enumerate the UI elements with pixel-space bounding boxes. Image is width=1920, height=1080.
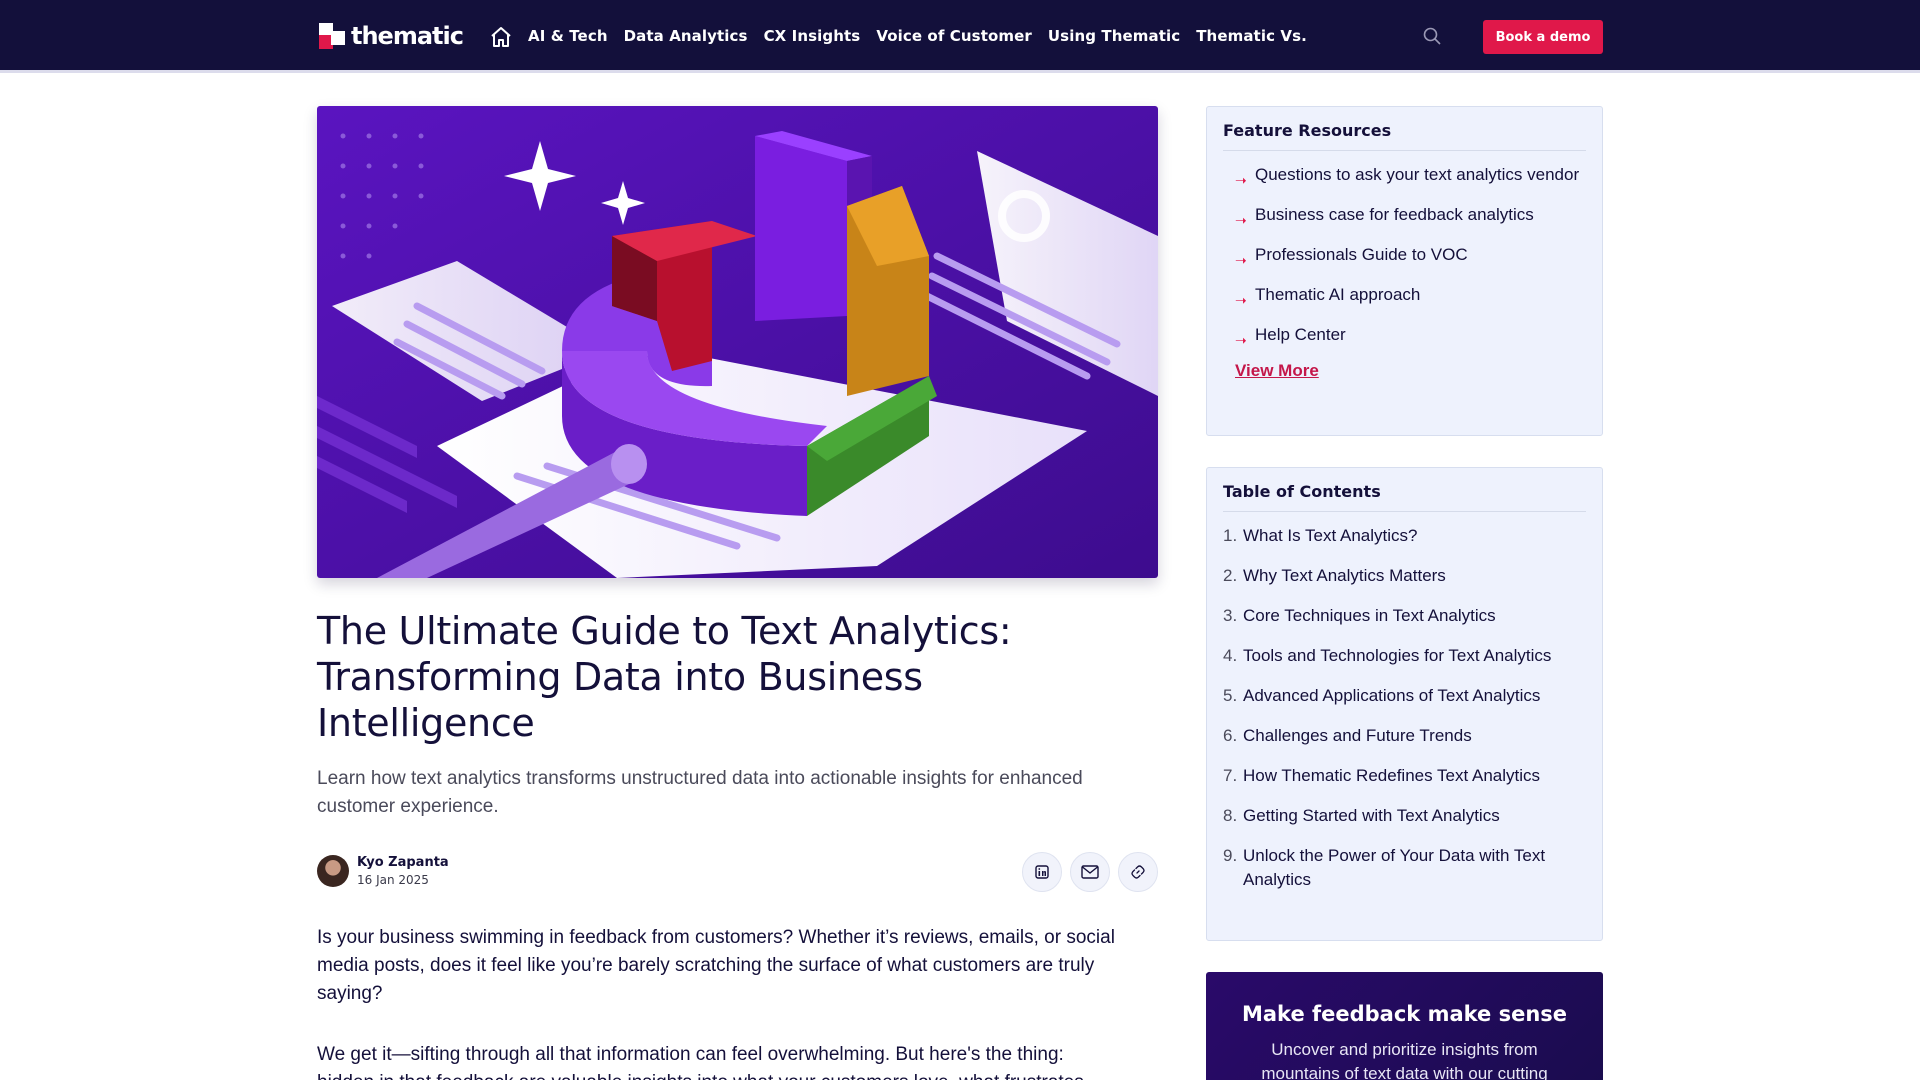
toc-item-label: What Is Text Analytics? xyxy=(1243,526,1418,545)
nav-link-ai-tech[interactable]: AI & Tech xyxy=(528,27,608,45)
toc-title: Table of Contents xyxy=(1223,468,1586,512)
top-navbar: thematic AI & Tech Data Analytics CX Ins… xyxy=(0,0,1920,73)
email-icon xyxy=(1081,865,1099,879)
toc-item[interactable]: 1. What Is Text Analytics? xyxy=(1223,524,1586,548)
copy-link-button[interactable] xyxy=(1118,852,1158,892)
search-icon[interactable] xyxy=(1422,26,1442,46)
author-avatar xyxy=(317,855,349,887)
arrow-right-icon: ➝ xyxy=(1235,172,1247,188)
toc-list: 1. What Is Text Analytics? 2. Why Text Ana… xyxy=(1207,512,1602,914)
article-paragraph-1: Is your business swimming in feedback fr… xyxy=(317,927,1115,1004)
share-linkedin-button[interactable] xyxy=(1022,852,1062,892)
arrow-right-icon: ➝ xyxy=(1235,332,1247,348)
arrow-right-icon: ➝ xyxy=(1235,292,1247,308)
nav-link-cx-insights[interactable]: CX Insights xyxy=(764,27,861,45)
home-icon[interactable] xyxy=(489,25,513,49)
toc-number: 6. xyxy=(1223,726,1238,745)
thematic-logo-icon xyxy=(319,23,345,49)
nav-link-data-analytics[interactable]: Data Analytics xyxy=(624,27,748,45)
resource-link-label: Business case for feedback analytics xyxy=(1255,205,1534,224)
resource-link[interactable]: ➝ Professionals Guide to VOC xyxy=(1235,243,1590,268)
toc-item-label: Why Text Analytics Matters xyxy=(1243,566,1446,585)
toc-item[interactable]: 9. Unlock the Power of Your Data with Tex… xyxy=(1223,844,1586,892)
author-name[interactable]: Kyo Zapanta xyxy=(357,855,449,870)
toc-number: 8. xyxy=(1223,806,1238,825)
toc-item-label: Getting Started with Text Analytics xyxy=(1243,806,1500,825)
toc-item-label: Advanced Applications of Text Analytics xyxy=(1243,686,1541,705)
toc-number: 3. xyxy=(1223,606,1238,625)
toc-item[interactable]: 3. Core Techniques in Text Analytics xyxy=(1223,604,1586,628)
toc-item[interactable]: 2. Why Text Analytics Matters xyxy=(1223,564,1586,588)
toc-number: 4. xyxy=(1223,646,1238,665)
nav-link-thematic-vs[interactable]: Thematic Vs. xyxy=(1196,27,1307,45)
feature-resources-list: ➝ Questions to ask your text analytics v… xyxy=(1207,151,1602,348)
hero-illustration xyxy=(317,106,1158,578)
toc-number: 9. xyxy=(1223,846,1238,865)
hero-chart-illustration xyxy=(317,106,1158,578)
nav-links: AI & Tech Data Analytics CX Insights Voi… xyxy=(528,27,1323,45)
link-icon xyxy=(1131,865,1145,879)
toc-item-label: Unlock the Power of Your Data with Text … xyxy=(1243,846,1546,889)
table-of-contents-card: Table of Contents 1. What Is Text Analyti… xyxy=(1206,467,1603,941)
resource-link-label: Help Center xyxy=(1255,325,1346,344)
article-subtitle: Learn how text analytics transforms unst… xyxy=(317,768,1083,817)
promo-text: Uncover and prioritize insights from mou… xyxy=(1261,1040,1548,1080)
author-block: Kyo Zapanta 16 Jan 2025 xyxy=(317,855,449,887)
resource-link-label: Questions to ask your text analytics ven… xyxy=(1255,165,1580,184)
toc-item[interactable]: 8. Getting Started with Text Analytics xyxy=(1223,804,1586,828)
promo-title: Make feedback make sense xyxy=(1241,1002,1568,1026)
linkedin-icon xyxy=(1035,865,1049,879)
resource-link[interactable]: ➝ Business case for feedback analytics xyxy=(1235,203,1590,228)
toc-item-label: How Thematic Redefines Text Analytics xyxy=(1243,766,1541,785)
toc-item-label: Core Techniques in Text Analytics xyxy=(1243,606,1496,625)
toc-number: 2. xyxy=(1223,566,1238,585)
toc-item-label: Challenges and Future Trends xyxy=(1243,726,1472,745)
nav-link-voice-of-customer[interactable]: Voice of Customer xyxy=(876,27,1032,45)
article-paragraph-2: We get it—sifting through all that infor… xyxy=(317,1044,1064,1065)
feature-resources-card: Feature Resources ➝ Questions to ask you… xyxy=(1206,106,1603,436)
arrow-right-icon: ➝ xyxy=(1235,252,1247,268)
toc-item[interactable]: 6. Challenges and Future Trends xyxy=(1223,724,1586,748)
toc-item[interactable]: 7. How Thematic Redefines Text Analytics xyxy=(1223,764,1586,788)
book-demo-button[interactable]: Book a demo xyxy=(1483,20,1603,54)
toc-number: 7. xyxy=(1223,766,1238,785)
resource-link[interactable]: ➝ Help Center xyxy=(1235,323,1590,348)
toc-item[interactable]: 5. Advanced Applications of Text Analytic… xyxy=(1223,684,1586,708)
toc-number: 5. xyxy=(1223,686,1238,705)
toc-item[interactable]: 4. Tools and Technologies for Text Analyt… xyxy=(1223,644,1586,668)
view-more-link[interactable]: View More xyxy=(1235,361,1319,381)
publish-date: 16 Jan 2025 xyxy=(357,873,429,887)
toc-item-label: Tools and Technologies for Text Analytic… xyxy=(1243,646,1552,665)
resource-link-label: Thematic AI approach xyxy=(1255,285,1421,304)
resource-link[interactable]: ➝ Thematic AI approach xyxy=(1235,283,1590,308)
share-email-button[interactable] xyxy=(1070,852,1110,892)
nav-link-using-thematic[interactable]: Using Thematic xyxy=(1048,27,1180,45)
thematic-logo[interactable]: thematic xyxy=(317,20,464,52)
arrow-right-icon: ➝ xyxy=(1235,212,1247,228)
promo-card: Make feedback make sense Uncover and pri… xyxy=(1206,972,1603,1080)
author-meta: Kyo Zapanta 16 Jan 2025 xyxy=(357,855,449,887)
resource-link[interactable]: ➝ Questions to ask your text analytics v… xyxy=(1235,163,1590,188)
logo-text: thematic xyxy=(351,22,464,50)
article-paragraph-3: hidden in that feedback are valuable ins… xyxy=(317,1069,1162,1080)
article-title: The Ultimate Guide to Text Analytics: Tr… xyxy=(317,609,1012,745)
toc-number: 1. xyxy=(1223,526,1238,545)
feature-resources-title: Feature Resources xyxy=(1223,107,1586,151)
resource-link-label: Professionals Guide to VOC xyxy=(1255,245,1468,264)
